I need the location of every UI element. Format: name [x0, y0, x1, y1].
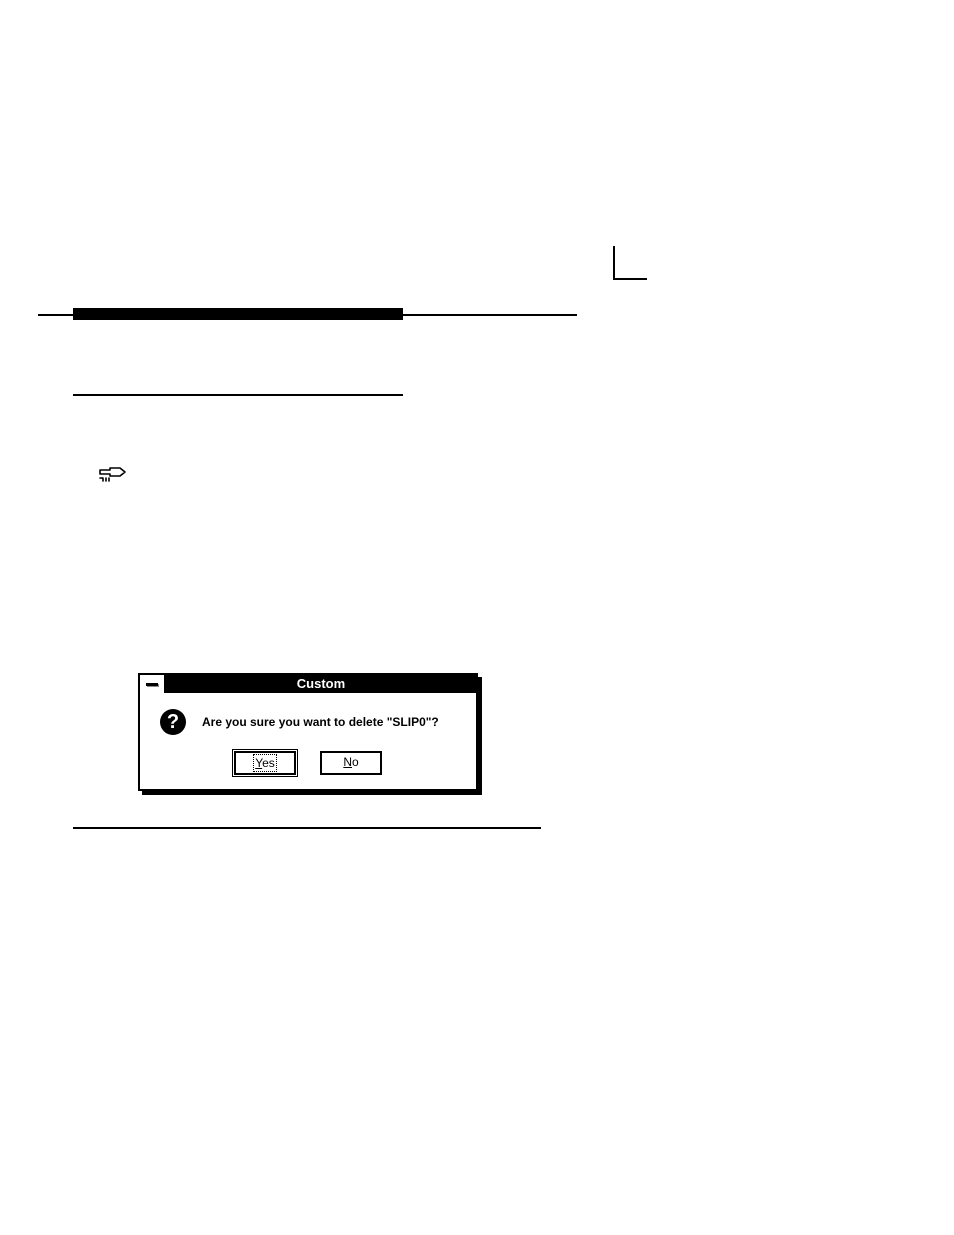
- yes-rest: es: [262, 756, 275, 770]
- dialog-message: Are you sure you want to delete "SLIP0"?: [202, 715, 439, 729]
- sub-heading-rule: [73, 394, 403, 396]
- system-menu-icon[interactable]: [140, 675, 166, 693]
- svg-text:?: ?: [167, 711, 179, 733]
- dialog-title: Custom: [166, 675, 476, 693]
- section-title-bar: [73, 308, 403, 320]
- bottom-rule: [73, 827, 541, 829]
- section-heading: [38, 314, 577, 316]
- no-rest: o: [352, 755, 359, 769]
- dialog-body: ? Are you sure you want to delete "SLIP0…: [140, 693, 476, 745]
- question-icon: ?: [158, 707, 188, 737]
- dialog-titlebar[interactable]: Custom: [140, 675, 476, 693]
- sub-heading: [73, 360, 403, 396]
- no-hotkey: N: [343, 755, 352, 769]
- page: { "dialog": { "title": "Custom", "messag…: [0, 0, 954, 1235]
- confirm-dialog: Custom ? Are you sure you want to delete…: [138, 673, 478, 791]
- crop-mark-icon: [613, 246, 647, 280]
- dialog-button-row: Yes No: [140, 745, 476, 789]
- pointing-hand-icon: [97, 466, 127, 488]
- yes-button[interactable]: Yes: [234, 751, 296, 775]
- no-button[interactable]: No: [320, 751, 382, 775]
